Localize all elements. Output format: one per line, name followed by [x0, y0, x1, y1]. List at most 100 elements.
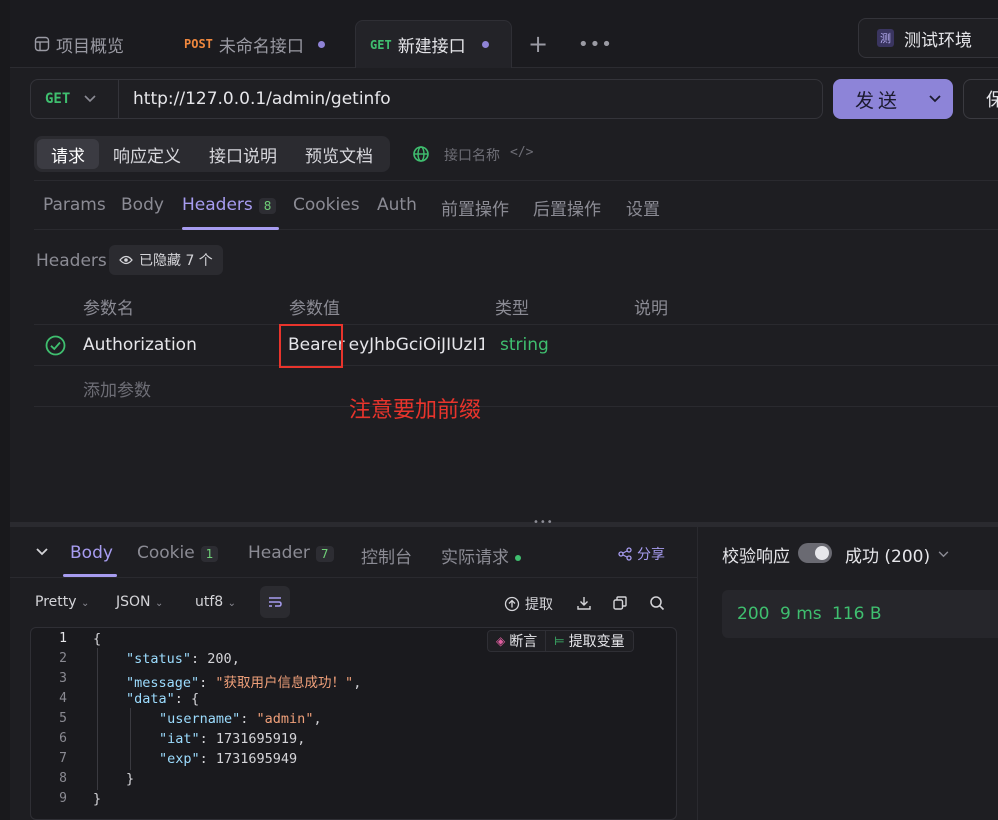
validation-label: 校验响应	[722, 547, 790, 567]
subtab-headers-label: Headers	[182, 195, 253, 215]
json-key: "iat"	[159, 731, 200, 747]
wrap-toggle[interactable]	[260, 586, 290, 618]
collapse-icon[interactable]	[36, 548, 48, 556]
line-number: 9	[59, 791, 67, 806]
tab-untitled-label: 未命名接口	[218, 36, 304, 57]
header-tab-label: Header	[248, 543, 310, 563]
code-line: "exp": 1731695949	[159, 751, 298, 767]
language-select[interactable]: JSON ⌄	[116, 594, 163, 610]
subtab-headers[interactable]: Headers 8	[182, 195, 277, 215]
send-label: 发送	[855, 89, 902, 112]
extract-button[interactable]: 提取	[504, 594, 553, 614]
tab-bar: 项目概览 POST 未命名接口 GET 新建接口 + •••	[10, 0, 998, 68]
highlight-box	[279, 324, 343, 368]
json-key: "exp"	[159, 751, 200, 767]
hidden-headers-label: 已隐藏 7 个	[139, 253, 213, 269]
code-icon[interactable]: </>	[510, 145, 533, 160]
post-method-badge: POST	[184, 37, 213, 51]
validation-toggle[interactable]	[798, 543, 832, 563]
subtab-body[interactable]: Body	[121, 195, 164, 215]
response-tab-actual[interactable]: 实际请求	[441, 543, 521, 568]
response-tab-cookie[interactable]: Cookie 1	[137, 543, 219, 563]
header-type-cell[interactable]: string	[500, 335, 549, 355]
response-size: 116 B	[832, 604, 882, 624]
encoding-select[interactable]: utf8 ⌄	[195, 594, 236, 610]
cookie-tab-label: Cookie	[137, 543, 195, 563]
cookie-count-badge: 1	[200, 546, 219, 562]
api-name-input[interactable]: 接口名称	[444, 145, 500, 165]
subtab-params[interactable]: Params	[43, 195, 106, 215]
assert-button[interactable]: ◈ 断言	[488, 631, 545, 651]
table-row: Authorization BearereyJhbGciOiJIUzI1N st…	[34, 325, 998, 366]
indent-guide	[130, 708, 131, 770]
copy-icon[interactable]	[612, 595, 628, 611]
method-select[interactable]: GET	[31, 80, 119, 118]
chevron-down-icon: ⌄	[80, 598, 90, 609]
validation-panel: 校验响应 成功 (200) 200 9 ms 116 B	[697, 527, 998, 820]
overview-icon	[34, 36, 50, 52]
status-dot-icon	[515, 555, 521, 561]
code-line: "message": "获取用户信息成功！",	[126, 675, 362, 691]
save-button[interactable]: 保	[963, 79, 998, 119]
subtab-cookies[interactable]: Cookies	[293, 195, 360, 215]
get-method-badge: GET	[370, 37, 392, 52]
format-select[interactable]: Pretty ⌄	[35, 594, 89, 610]
validation-result-select[interactable]: 成功 (200)	[845, 542, 949, 567]
environment-select[interactable]: 测 测试环境	[858, 18, 998, 58]
headers-table-head: 参数名 参数值 类型 说明	[34, 284, 998, 325]
format-label: Pretty	[35, 594, 77, 610]
response-tab-header[interactable]: Header 7	[248, 543, 334, 563]
segment-api-doc[interactable]: 接口说明	[195, 139, 291, 169]
save-label: 保	[986, 90, 998, 111]
chevron-down-icon	[938, 551, 949, 558]
hidden-headers-toggle[interactable]: 已隐藏 7 个	[109, 245, 223, 275]
tab-overview[interactable]: 项目概览	[34, 20, 124, 68]
subtab-settings[interactable]: 设置	[626, 195, 660, 220]
tab-new-label: 新建接口	[397, 37, 466, 57]
send-button[interactable]: 发送	[833, 79, 953, 119]
subtab-pre-ops[interactable]: 前置操作	[441, 195, 509, 220]
share-button[interactable]: 分享	[618, 544, 665, 564]
response-tab-console[interactable]: 控制台	[361, 543, 412, 568]
share-icon	[618, 547, 632, 561]
unsaved-dot-icon	[481, 41, 489, 48]
search-icon[interactable]	[649, 595, 665, 611]
response-time: 9 ms	[780, 604, 822, 624]
actual-tab-label: 实际请求	[441, 548, 509, 568]
col-param-name: 参数名	[83, 299, 134, 319]
request-subtabs: Params Body Headers 8 Cookies Auth 前置操作 后…	[34, 180, 998, 230]
response-tab-body[interactable]: Body	[70, 543, 113, 563]
globe-icon[interactable]	[412, 145, 430, 163]
request-segment-control: 请求 响应定义 接口说明 预览文档	[34, 136, 390, 172]
code-line: {	[93, 631, 102, 647]
send-dropdown-icon[interactable]	[929, 95, 941, 103]
tab-overview-label: 项目概览	[56, 36, 124, 57]
code-line: "data": {	[126, 691, 200, 707]
segment-preview-doc[interactable]: 预览文档	[291, 139, 387, 169]
subtab-auth[interactable]: Auth	[377, 195, 417, 215]
add-param-input[interactable]: 添加参数	[83, 376, 151, 401]
eye-icon	[119, 255, 133, 265]
add-tab-icon[interactable]: +	[528, 20, 548, 68]
line-number: 1	[59, 631, 67, 646]
language-label: JSON	[116, 594, 151, 610]
check-circle-icon[interactable]	[45, 335, 66, 356]
segment-request[interactable]: 请求	[37, 139, 99, 169]
chevron-down-icon: ⌄	[227, 598, 237, 609]
extract-variable-label: 提取变量	[568, 633, 625, 649]
download-icon[interactable]	[576, 595, 592, 611]
header-name-cell[interactable]: Authorization	[83, 335, 197, 355]
extract-variable-button[interactable]: ⊨ 提取变量	[546, 631, 632, 651]
wrap-lines-icon	[269, 597, 282, 607]
tab-untitled-api[interactable]: POST 未命名接口	[184, 20, 325, 68]
code-line: }	[126, 771, 135, 787]
segment-response-def[interactable]: 响应定义	[99, 139, 195, 169]
code-actions: ◈ 断言 ⊨ 提取变量	[487, 630, 634, 652]
code-line: "status": 200,	[126, 651, 240, 667]
tab-new-api[interactable]: GET 新建接口	[355, 20, 512, 68]
url-input[interactable]: http://127.0.0.1/admin/getinfo	[133, 89, 391, 109]
subtab-post-ops[interactable]: 后置操作	[533, 195, 601, 220]
code-line: "iat": 1731695919,	[159, 731, 306, 747]
more-tabs-icon[interactable]: •••	[578, 20, 613, 68]
headers-count-badge: 8	[258, 198, 277, 214]
